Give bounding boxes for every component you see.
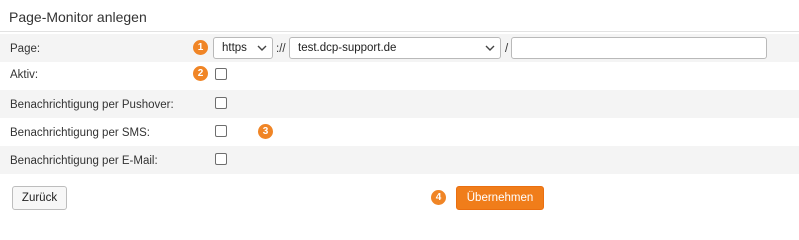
form-row-active: Aktiv: 2 xyxy=(0,62,799,90)
domain-select[interactable]: test.dcp-support.de xyxy=(289,37,501,59)
email-checkbox[interactable] xyxy=(215,153,227,165)
page-label: Page: xyxy=(10,43,41,55)
page-title: Page-Monitor anlegen xyxy=(9,9,147,25)
active-checkbox[interactable] xyxy=(215,68,227,80)
form-row-page: Page: 1 https :// test.dcp-support.de / xyxy=(0,34,799,62)
step-badge-2: 2 xyxy=(193,66,208,81)
path-input[interactable] xyxy=(511,37,767,59)
active-label: Aktiv: xyxy=(10,69,39,81)
title-divider xyxy=(0,31,799,32)
sms-label: Benachrichtigung per SMS: xyxy=(10,127,150,139)
sms-checkbox[interactable] xyxy=(215,125,227,137)
step-badge-1: 1 xyxy=(193,40,208,55)
protocol-select[interactable]: https xyxy=(213,37,273,59)
protocol-separator: :// xyxy=(276,43,286,55)
apply-button[interactable]: Übernehmen xyxy=(456,186,544,210)
form-row-sms: Benachrichtigung per SMS: 3 xyxy=(0,118,799,146)
chevron-down-icon xyxy=(257,45,267,51)
back-button[interactable]: Zurück xyxy=(12,186,67,210)
protocol-select-value: https xyxy=(222,42,247,54)
step-badge-4: 4 xyxy=(431,190,446,205)
form-row-email: Benachrichtigung per E-Mail: xyxy=(0,146,799,174)
form-row-pushover: Benachrichtigung per Pushover: xyxy=(0,90,799,118)
domain-select-value: test.dcp-support.de xyxy=(298,42,397,54)
pushover-checkbox[interactable] xyxy=(215,97,227,109)
email-label: Benachrichtigung per E-Mail: xyxy=(10,155,158,167)
step-badge-3: 3 xyxy=(258,124,273,139)
chevron-down-icon xyxy=(485,45,495,51)
pushover-label: Benachrichtigung per Pushover: xyxy=(10,99,174,111)
path-separator: / xyxy=(505,43,509,55)
